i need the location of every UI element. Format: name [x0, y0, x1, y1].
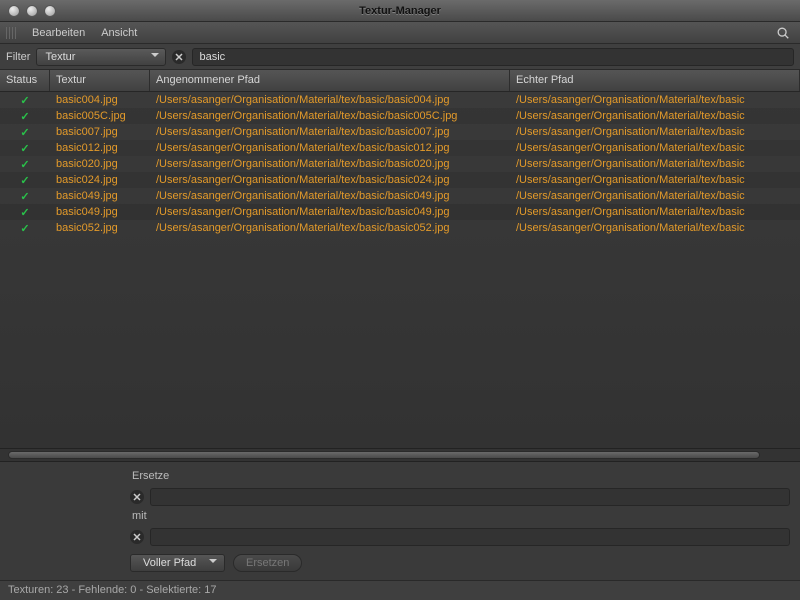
- filter-input[interactable]: [192, 48, 794, 66]
- texture-name: basic049.jpg: [50, 206, 150, 218]
- status-ok-icon: ✓: [0, 158, 50, 171]
- column-headers: Status Textur Angenommener Pfad Echter P…: [0, 70, 800, 92]
- col-real-path[interactable]: Echter Pfad: [510, 70, 800, 91]
- assumed-path: /Users/asanger/Organisation/Material/tex…: [150, 206, 510, 218]
- filterbar: Filter Textur: [0, 44, 800, 70]
- replace-from-input[interactable]: [150, 488, 790, 506]
- real-path: /Users/asanger/Organisation/Material/tex…: [510, 222, 800, 234]
- texture-name: basic049.jpg: [50, 190, 150, 202]
- search-icon[interactable]: [776, 26, 790, 40]
- titlebar: Textur-Manager: [0, 0, 800, 22]
- minimize-window-button[interactable]: [26, 5, 38, 17]
- close-window-button[interactable]: [8, 5, 20, 17]
- real-path: /Users/asanger/Organisation/Material/tex…: [510, 126, 800, 138]
- table-row[interactable]: ✓basic005C.jpg/Users/asanger/Organisatio…: [0, 108, 800, 124]
- assumed-path: /Users/asanger/Organisation/Material/tex…: [150, 158, 510, 170]
- x-icon: [133, 533, 141, 541]
- status-ok-icon: ✓: [0, 94, 50, 107]
- real-path: /Users/asanger/Organisation/Material/tex…: [510, 142, 800, 154]
- texture-name: basic020.jpg: [50, 158, 150, 170]
- status-ok-icon: ✓: [0, 222, 50, 235]
- assumed-path: /Users/asanger/Organisation/Material/tex…: [150, 190, 510, 202]
- real-path: /Users/asanger/Organisation/Material/tex…: [510, 174, 800, 186]
- assumed-path: /Users/asanger/Organisation/Material/tex…: [150, 94, 510, 106]
- table-row[interactable]: ✓basic049.jpg/Users/asanger/Organisation…: [0, 188, 800, 204]
- real-path: /Users/asanger/Organisation/Material/tex…: [510, 94, 800, 106]
- filter-type-value: Textur: [45, 51, 75, 63]
- table-row[interactable]: ✓basic012.jpg/Users/asanger/Organisation…: [0, 140, 800, 156]
- col-status[interactable]: Status: [0, 70, 50, 91]
- zoom-window-button[interactable]: [44, 5, 56, 17]
- clear-with-button[interactable]: [130, 530, 144, 544]
- clear-filter-button[interactable]: [172, 50, 186, 64]
- texture-name: basic012.jpg: [50, 142, 150, 154]
- assumed-path: /Users/asanger/Organisation/Material/tex…: [150, 174, 510, 186]
- real-path: /Users/asanger/Organisation/Material/tex…: [510, 190, 800, 202]
- real-path: /Users/asanger/Organisation/Material/tex…: [510, 158, 800, 170]
- replace-label: Ersetze: [130, 470, 800, 482]
- replace-panel: Ersetze mit Voller Pfad Ersetzen: [0, 462, 800, 580]
- table-row[interactable]: ✓basic052.jpg/Users/asanger/Organisation…: [0, 220, 800, 236]
- assumed-path: /Users/asanger/Organisation/Material/tex…: [150, 126, 510, 138]
- menu-view[interactable]: Ansicht: [93, 27, 145, 39]
- assumed-path: /Users/asanger/Organisation/Material/tex…: [150, 142, 510, 154]
- texture-name: basic007.jpg: [50, 126, 150, 138]
- menu-edit[interactable]: Bearbeiten: [24, 27, 93, 39]
- filter-type-dropdown[interactable]: Textur: [36, 48, 166, 66]
- window-controls: [8, 5, 56, 17]
- col-textur[interactable]: Textur: [50, 70, 150, 91]
- texture-name: basic024.jpg: [50, 174, 150, 186]
- status-ok-icon: ✓: [0, 174, 50, 187]
- assumed-path: /Users/asanger/Organisation/Material/tex…: [150, 110, 510, 122]
- table-row[interactable]: ✓basic007.jpg/Users/asanger/Organisation…: [0, 124, 800, 140]
- x-icon: [175, 53, 183, 61]
- status-ok-icon: ✓: [0, 190, 50, 203]
- replace-mode-value: Voller Pfad: [143, 557, 196, 569]
- window-title: Textur-Manager: [359, 5, 441, 17]
- table-row[interactable]: ✓basic004.jpg/Users/asanger/Organisation…: [0, 92, 800, 108]
- texture-name: basic052.jpg: [50, 222, 150, 234]
- real-path: /Users/asanger/Organisation/Material/tex…: [510, 206, 800, 218]
- texture-name: basic005C.jpg: [50, 110, 150, 122]
- with-label: mit: [130, 510, 800, 522]
- table-row[interactable]: ✓basic024.jpg/Users/asanger/Organisation…: [0, 172, 800, 188]
- status-ok-icon: ✓: [0, 206, 50, 219]
- status-ok-icon: ✓: [0, 110, 50, 123]
- table-row[interactable]: ✓basic020.jpg/Users/asanger/Organisation…: [0, 156, 800, 172]
- status-ok-icon: ✓: [0, 126, 50, 139]
- horizontal-scrollbar[interactable]: [0, 448, 800, 462]
- scrollbar-thumb[interactable]: [8, 451, 760, 459]
- real-path: /Users/asanger/Organisation/Material/tex…: [510, 110, 800, 122]
- replace-mode-dropdown[interactable]: Voller Pfad: [130, 554, 225, 572]
- assumed-path: /Users/asanger/Organisation/Material/tex…: [150, 222, 510, 234]
- col-assumed-path[interactable]: Angenommener Pfad: [150, 70, 510, 91]
- status-ok-icon: ✓: [0, 142, 50, 155]
- table-row[interactable]: ✓basic049.jpg/Users/asanger/Organisation…: [0, 204, 800, 220]
- clear-replace-button[interactable]: [130, 490, 144, 504]
- x-icon: [133, 493, 141, 501]
- menubar: Bearbeiten Ansicht: [0, 22, 800, 44]
- filter-label: Filter: [6, 51, 30, 63]
- texture-table[interactable]: ✓basic004.jpg/Users/asanger/Organisation…: [0, 92, 800, 448]
- replace-with-input[interactable]: [150, 528, 790, 546]
- replace-button[interactable]: Ersetzen: [233, 554, 302, 572]
- grip-icon: [6, 27, 18, 39]
- statusbar: Texturen: 23 - Fehlende: 0 - Selektierte…: [0, 580, 800, 600]
- texture-name: basic004.jpg: [50, 94, 150, 106]
